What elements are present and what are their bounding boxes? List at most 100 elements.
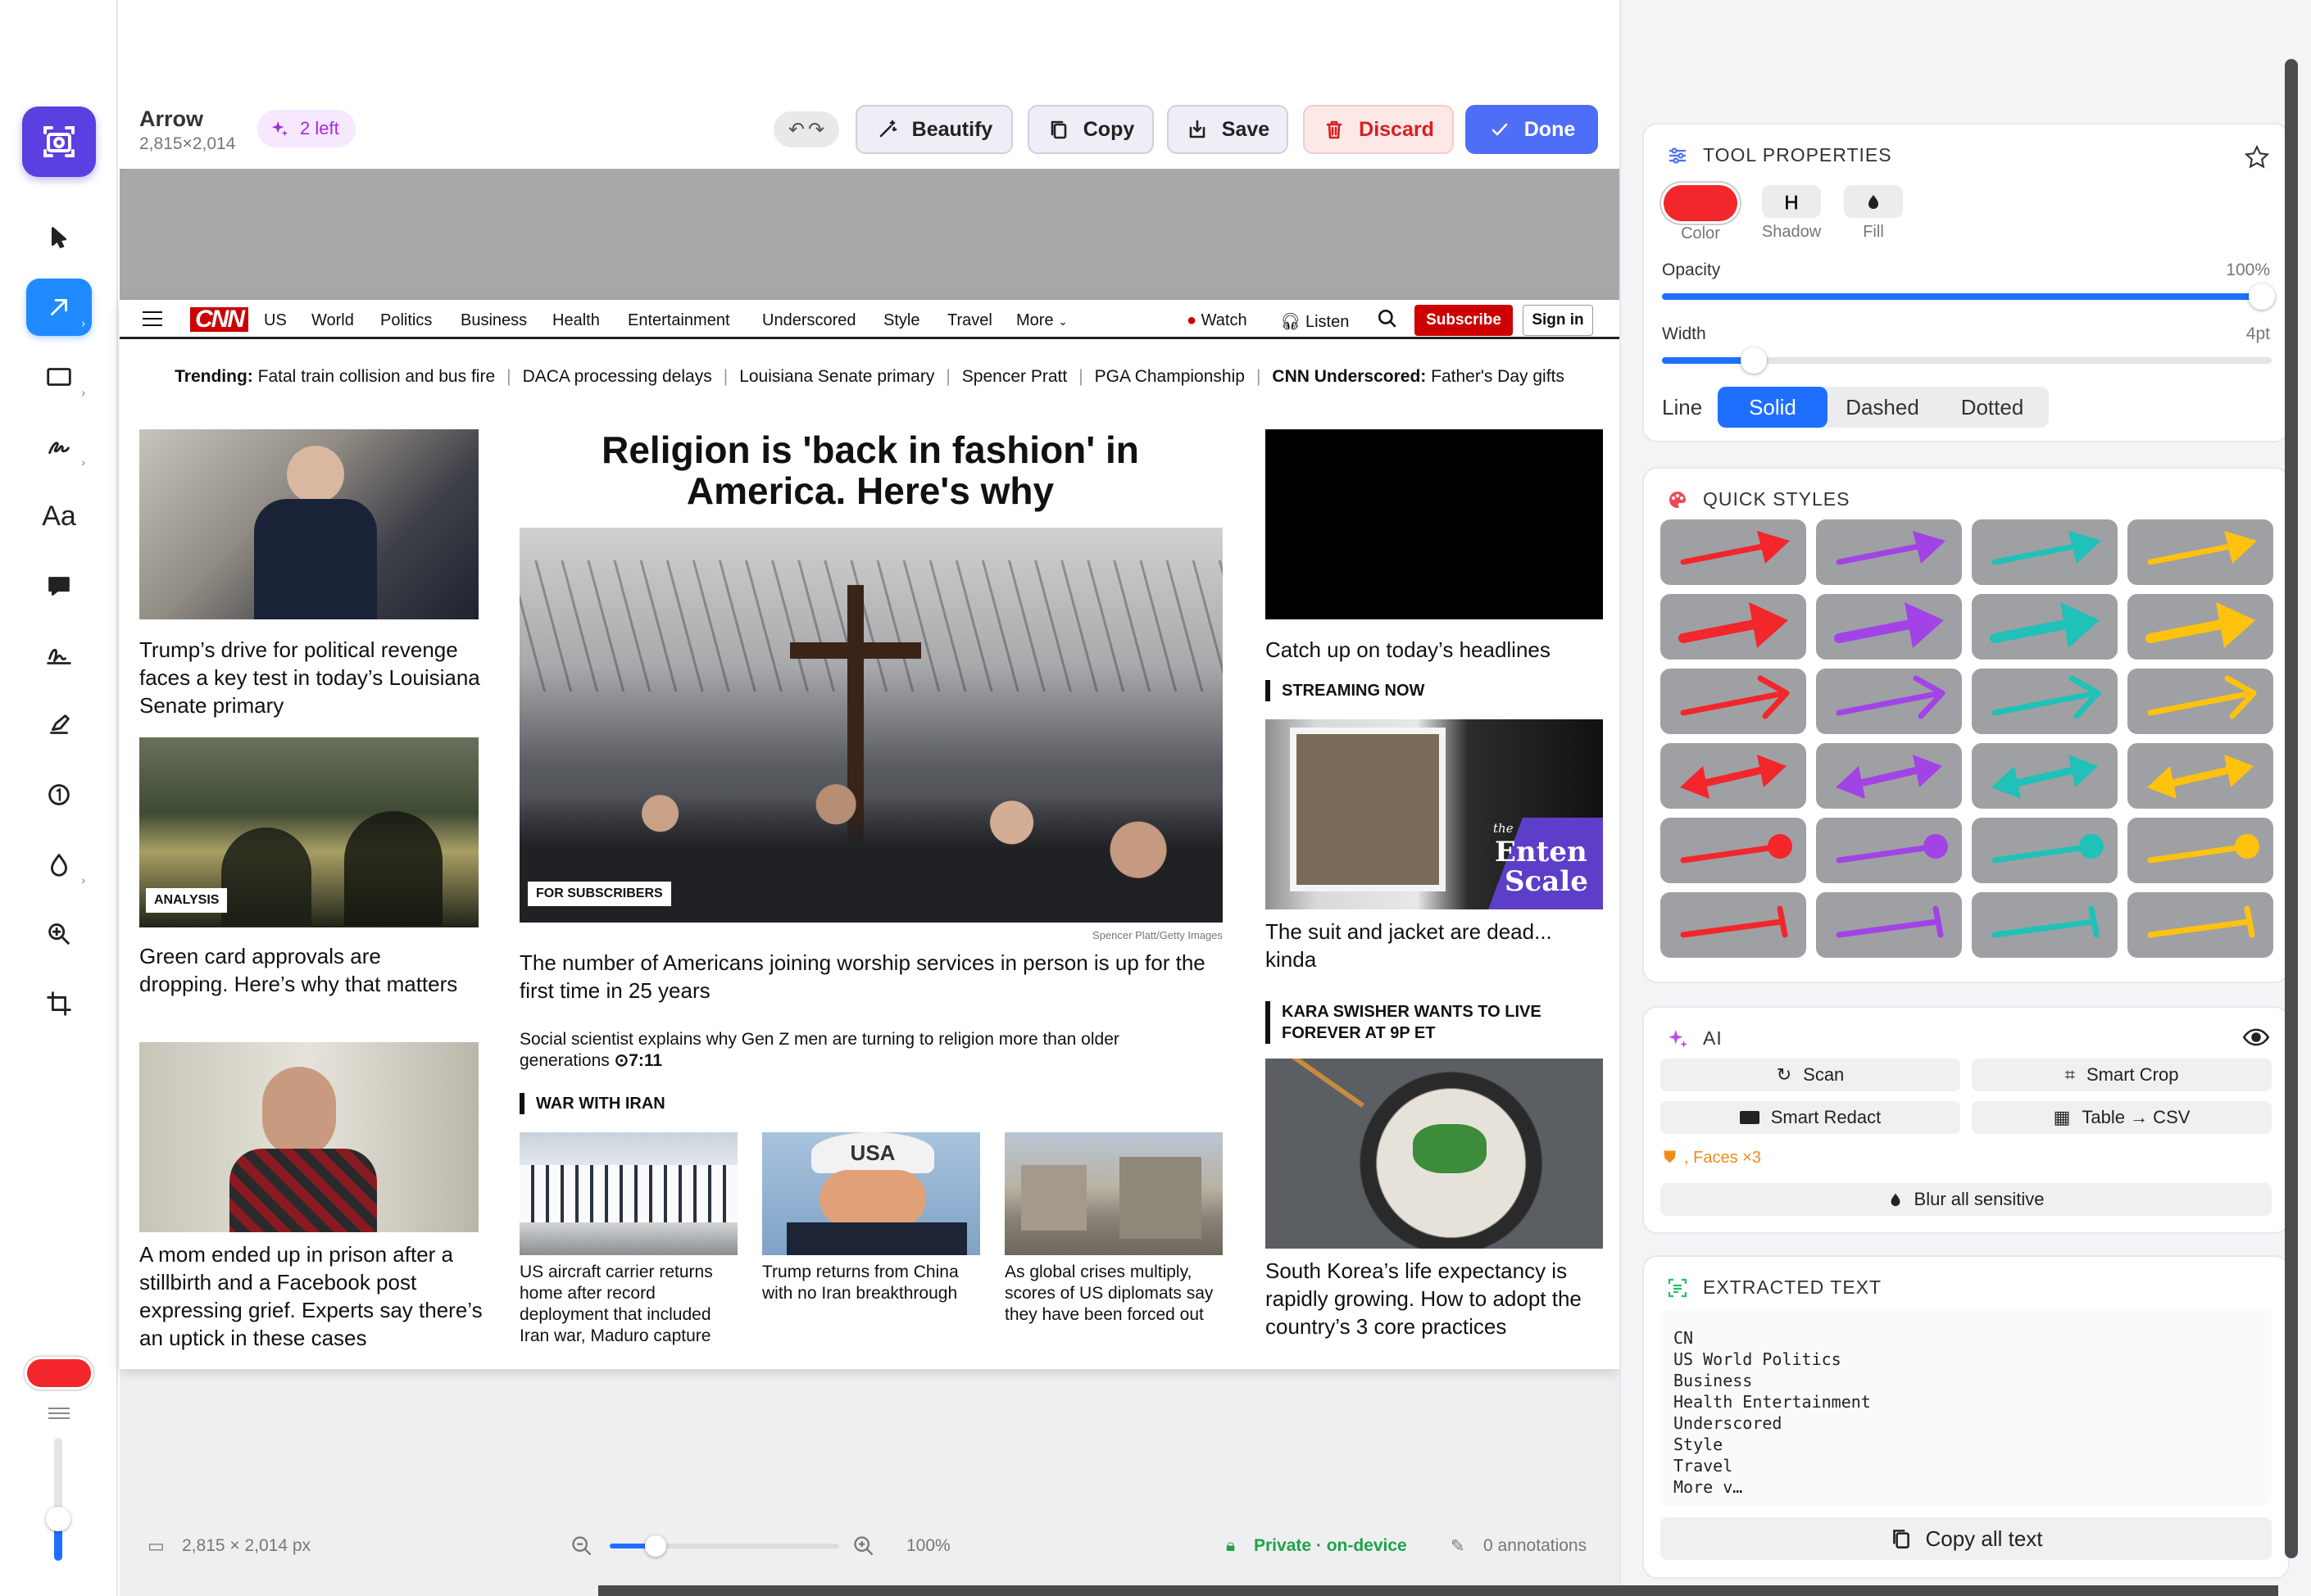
quick-style-fat-arrow-2[interactable] <box>1816 594 1962 660</box>
quick-style-bar-end-2[interactable] <box>1816 892 1962 958</box>
zoom-slider[interactable] <box>610 1535 839 1557</box>
eye-icon[interactable] <box>2242 1027 2270 1047</box>
search-icon[interactable] <box>1377 308 1398 329</box>
editor-canvas[interactable]: CNN US World Politics Business Health En… <box>120 169 1619 1596</box>
quick-style-bar-end-4[interactable] <box>2127 892 2273 958</box>
quick-style-double-arrow-4[interactable] <box>2127 743 2273 809</box>
smart-redact-button[interactable]: Smart Redact <box>1660 1101 1960 1134</box>
zoom-slider-knob[interactable] <box>645 1535 666 1557</box>
subscribe-button[interactable]: Subscribe <box>1414 305 1513 336</box>
trending-item[interactable]: Louisiana Senate primary <box>712 367 935 386</box>
stream-headline[interactable]: The suit and jacket are dead... kinda <box>1265 918 1603 973</box>
quick-style-arrow-1[interactable] <box>1660 519 1806 585</box>
blur-sensitive-button[interactable]: Blur all sensitive <box>1660 1183 2272 1216</box>
nav-politics[interactable]: Politics <box>380 311 432 330</box>
procession-photo[interactable]: FOR SUBSCRIBERS <box>520 528 1223 923</box>
crop-tool[interactable] <box>26 975 92 1032</box>
left-headline-1[interactable]: Trump’s drive for political revenge face… <box>139 636 484 719</box>
nav-more[interactable]: More ⌄ <box>1016 311 1068 330</box>
underscored-item[interactable]: CNN Underscored: Father's Day gifts <box>1245 367 1564 386</box>
listen-link[interactable]: 🎧︎ Listen <box>1280 311 1349 332</box>
main-headline[interactable]: The number of Americans joining worship … <box>520 949 1224 1004</box>
fill-button[interactable] <box>1844 185 1903 218</box>
highlighter-tool[interactable] <box>26 696 92 754</box>
discard-button[interactable]: Discard <box>1303 105 1454 154</box>
left-headline-2[interactable]: Green card approvals are dropping. Here’… <box>139 942 475 998</box>
quick-style-dot-end-3[interactable] <box>1972 818 2118 883</box>
width-slider-knob[interactable] <box>1740 347 1767 374</box>
quick-style-open-arrow-2[interactable] <box>1816 669 1962 734</box>
korea-headline[interactable]: South Korea’s life expectancy is rapidly… <box>1265 1257 1603 1340</box>
senator-photo[interactable] <box>139 429 479 619</box>
opacity-slider-knob[interactable] <box>2249 283 2275 310</box>
bibimbap-photo[interactable] <box>1265 1059 1603 1249</box>
ai-credits-badge[interactable]: 2 left <box>257 110 356 147</box>
redo-icon[interactable]: ↷ <box>808 118 824 142</box>
pen-tool[interactable]: › <box>26 418 92 475</box>
nav-health[interactable]: Health <box>552 311 600 330</box>
war-item-3[interactable]: As global crises multiply, scores of US … <box>1005 1262 1226 1326</box>
quick-style-arrow-2[interactable] <box>1816 519 1962 585</box>
callout-tool[interactable] <box>26 557 92 614</box>
save-button[interactable]: Save <box>1167 105 1288 154</box>
nav-travel[interactable]: Travel <box>947 311 992 330</box>
statue-of-liberty-photo[interactable]: ANALYSIS <box>139 737 479 927</box>
sign-in-button[interactable]: Sign in <box>1523 305 1593 336</box>
zoom-in-icon[interactable] <box>852 1535 875 1557</box>
magnifier-tool[interactable] <box>26 905 92 963</box>
width-slider[interactable] <box>1662 347 2272 374</box>
text-tool[interactable]: Aa <box>26 487 92 545</box>
video-player[interactable] <box>1265 429 1603 619</box>
done-button[interactable]: Done <box>1465 105 1598 154</box>
watch-link[interactable]: ● Watch <box>1187 311 1247 330</box>
nav-entertainment[interactable]: Entertainment <box>628 311 730 330</box>
quick-style-open-arrow-1[interactable] <box>1660 669 1806 734</box>
color-swatch-button[interactable] <box>1664 185 1737 221</box>
cnn-logo[interactable]: CNN <box>190 307 248 332</box>
nav-style[interactable]: Style <box>883 311 919 330</box>
copy-all-text-button[interactable]: Copy all text <box>1660 1517 2272 1560</box>
line-style-solid[interactable]: Solid <box>1718 387 1827 428</box>
extracted-text-area[interactable]: CN US World Politics Business Health Ent… <box>1660 1309 2272 1506</box>
line-style-dashed[interactable]: Dashed <box>1827 387 1937 428</box>
war-item-1[interactable]: US aircraft carrier returns home after r… <box>520 1262 741 1347</box>
nav-us[interactable]: US <box>264 311 287 330</box>
trump-photo[interactable]: USA <box>762 1132 980 1255</box>
shadow-button[interactable]: Ｈ <box>1762 185 1821 218</box>
main-title[interactable]: Religion is 'back in fashion' in America… <box>518 429 1223 511</box>
scan-button[interactable]: ↻ Scan <box>1660 1059 1960 1091</box>
opacity-slider[interactable] <box>1662 283 2275 310</box>
quick-style-arrow-4[interactable] <box>2127 519 2273 585</box>
nav-underscored[interactable]: Underscored <box>762 311 856 330</box>
select-tool[interactable] <box>26 209 92 266</box>
quick-style-fat-arrow-3[interactable] <box>1972 594 2118 660</box>
undo-icon[interactable]: ↶ <box>788 118 805 142</box>
current-color-swatch[interactable] <box>25 1357 93 1390</box>
undo-redo-group[interactable]: ↶ ↷ <box>774 111 839 147</box>
main-subtext[interactable]: Social scientist explains why Gen Z men … <box>520 1029 1208 1072</box>
quick-style-double-arrow-1[interactable] <box>1660 743 1806 809</box>
video-caption[interactable]: Catch up on today’s headlines <box>1265 636 1603 664</box>
quick-style-open-arrow-3[interactable] <box>1972 669 2118 734</box>
slider-knob[interactable] <box>46 1507 70 1531</box>
counter-tool[interactable] <box>26 766 92 823</box>
quick-style-dot-end-4[interactable] <box>2127 818 2273 883</box>
copy-button[interactable]: Copy <box>1028 105 1154 154</box>
mother-portrait-photo[interactable] <box>139 1042 479 1232</box>
window-scrollbar[interactable] <box>2285 59 2298 1558</box>
blur-tool[interactable]: › <box>26 836 92 893</box>
quick-style-dot-end-1[interactable] <box>1660 818 1806 883</box>
smart-crop-button[interactable]: ⌗ Smart Crop <box>1972 1059 2272 1091</box>
quick-style-double-arrow-2[interactable] <box>1816 743 1962 809</box>
trending-item[interactable]: Fatal train collision and bus fire <box>258 367 495 386</box>
quick-style-fat-arrow-1[interactable] <box>1660 594 1806 660</box>
war-item-2[interactable]: Trump returns from China with no Iran br… <box>762 1262 983 1304</box>
quick-style-open-arrow-4[interactable] <box>2127 669 2273 734</box>
rubble-photo[interactable] <box>1005 1132 1223 1255</box>
zoom-out-icon[interactable] <box>570 1535 593 1557</box>
hamburger-menu-icon[interactable] <box>143 311 162 326</box>
quick-style-double-arrow-3[interactable] <box>1972 743 2118 809</box>
stroke-size-slider[interactable] <box>46 1438 70 1561</box>
nav-world[interactable]: World <box>311 311 354 330</box>
line-style-dotted[interactable]: Dotted <box>1937 387 2047 428</box>
